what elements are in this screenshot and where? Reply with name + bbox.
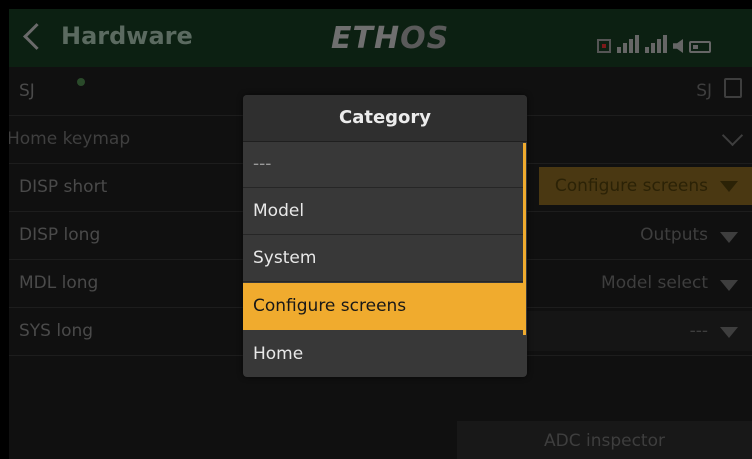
speaker-icon[interactable] — [673, 39, 683, 53]
status-icons — [597, 29, 711, 53]
chevron-down-icon[interactable] — [721, 124, 744, 147]
ethos-logo: ETHOS — [331, 21, 449, 56]
dialog-title: Category — [243, 95, 527, 142]
switch-indicator-icon — [77, 78, 85, 86]
disp-short-dropdown[interactable]: Configure screens — [539, 167, 752, 205]
category-option-model[interactable]: Model — [243, 188, 523, 235]
category-option-configure-screens[interactable]: Configure screens — [243, 283, 523, 330]
row-label-sys-long: SYS long — [19, 321, 94, 341]
row-label-sj: SJ — [19, 81, 35, 101]
caret-down-icon — [720, 327, 738, 338]
option-label: --- — [253, 154, 272, 174]
option-label: Configure screens — [253, 296, 407, 316]
caret-down-icon — [720, 232, 738, 243]
back-arrow-icon[interactable] — [23, 23, 50, 50]
logo-right: OS — [400, 21, 450, 56]
logo-left: ETH — [331, 21, 401, 56]
row-label-disp-long: DISP long — [19, 225, 101, 245]
option-label: Model — [253, 201, 305, 221]
edit-icon[interactable] — [724, 78, 742, 98]
disp-short-value: Configure screens — [554, 176, 708, 196]
sys-long-value: --- — [689, 321, 708, 341]
row-label-disp-short: DISP short — [19, 177, 108, 197]
header-bar: Hardware ETHOS — [9, 9, 752, 67]
page-title: Hardware — [61, 22, 193, 50]
adc-inspector-button[interactable]: ADC inspector — [457, 421, 752, 459]
record-icon — [597, 39, 611, 53]
dialog-scrollbar[interactable] — [523, 143, 526, 335]
signal-bars-icon — [617, 35, 639, 53]
adc-inspector-label: ADC inspector — [543, 431, 665, 451]
caret-down-icon — [720, 280, 738, 291]
category-option-home[interactable]: Home — [243, 331, 523, 377]
option-label: System — [253, 248, 317, 268]
category-option-none[interactable]: --- — [243, 141, 523, 188]
mdl-long-value[interactable]: Model select — [601, 273, 708, 293]
telemetry-bars-icon — [645, 35, 667, 53]
category-option-system[interactable]: System — [243, 235, 523, 282]
battery-icon — [689, 41, 711, 53]
row-label-mdl-long: MDL long — [19, 273, 99, 293]
category-dialog: Category --- Model System Configure scre… — [243, 95, 527, 377]
section-label-home-keymap: Home keymap — [9, 129, 131, 149]
caret-down-icon — [720, 181, 738, 192]
disp-long-value[interactable]: Outputs — [640, 225, 708, 245]
option-label: Home — [253, 344, 304, 364]
sj-value: SJ — [696, 81, 712, 101]
